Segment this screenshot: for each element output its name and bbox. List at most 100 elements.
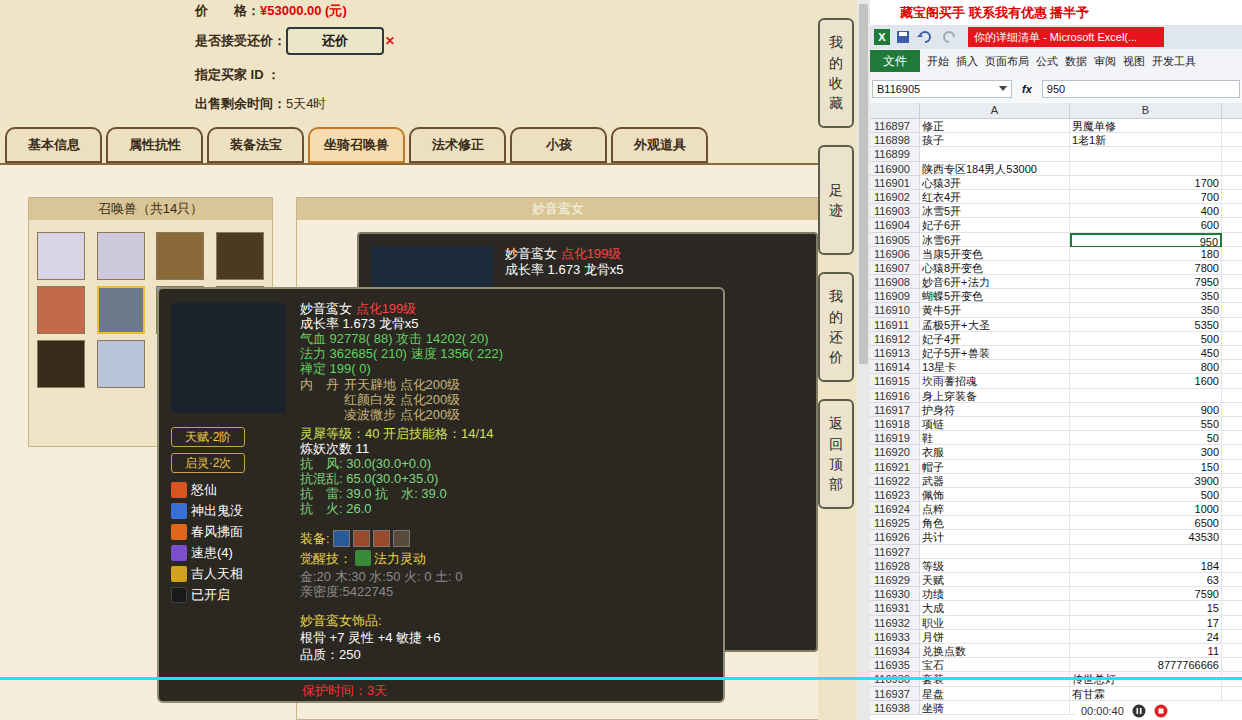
side-button[interactable]: 我的还价 — [818, 272, 854, 382]
row-number[interactable]: 116925 — [870, 516, 920, 530]
cell-a[interactable]: 鞋 — [920, 431, 1070, 445]
cell-a[interactable]: 蝴蝶5开变色 — [920, 289, 1070, 303]
cell-b[interactable]: 1700 — [1070, 176, 1222, 190]
cell-a[interactable]: 冰雪6开 — [920, 233, 1070, 247]
cell-b[interactable]: 17 — [1070, 616, 1222, 630]
row-number[interactable]: 116905 — [870, 233, 920, 247]
ribbon-tab[interactable]: 插入 — [956, 53, 978, 70]
cell-a[interactable]: 大成 — [920, 601, 1070, 615]
cell-a[interactable] — [920, 545, 1070, 559]
cell-b[interactable]: 8777766666 — [1070, 658, 1222, 672]
name-box[interactable]: B116905 — [872, 80, 1012, 98]
cell-b[interactable]: 700 — [1070, 190, 1222, 204]
cell-a[interactable]: 孟极5开+大圣 — [920, 318, 1070, 332]
cell-b[interactable]: 350 — [1070, 289, 1222, 303]
row-number[interactable]: 116904 — [870, 218, 920, 232]
row-number[interactable]: 116935 — [870, 658, 920, 672]
cell-b[interactable]: 1000 — [1070, 502, 1222, 516]
cell-a[interactable]: 项链 — [920, 417, 1070, 431]
ribbon-tab[interactable]: 页面布局 — [985, 53, 1029, 70]
cell-b[interactable]: 300 — [1070, 445, 1222, 459]
cell-a[interactable]: 黄牛5开 — [920, 303, 1070, 317]
cell-a[interactable]: 护身符 — [920, 403, 1070, 417]
cell-a[interactable]: 妃子4开 — [920, 332, 1070, 346]
cell-a[interactable]: 兑换点数 — [920, 644, 1070, 658]
cell-a[interactable]: 功绩 — [920, 587, 1070, 601]
row-number[interactable]: 116908 — [870, 275, 920, 289]
cell-b[interactable]: 3900 — [1070, 474, 1222, 488]
cell-a[interactable]: 衣服 — [920, 445, 1070, 459]
cell-b[interactable]: 184 — [1070, 559, 1222, 573]
cell-a[interactable] — [920, 147, 1070, 161]
pet-icon[interactable] — [37, 232, 85, 280]
pet-icon[interactable] — [97, 286, 145, 334]
row-number[interactable]: 116924 — [870, 502, 920, 516]
cell-a[interactable]: 宝石 — [920, 658, 1070, 672]
equip-icon[interactable] — [393, 530, 410, 547]
tab[interactable]: 基本信息 — [5, 127, 102, 163]
row-number[interactable]: 116921 — [870, 460, 920, 474]
cell-b[interactable]: 7800 — [1070, 261, 1222, 275]
cell-b[interactable]: 7950 — [1070, 275, 1222, 289]
cell-b[interactable]: 800 — [1070, 360, 1222, 374]
page-scrollbar[interactable] — [857, 0, 870, 720]
file-tab[interactable]: 文件 — [870, 50, 920, 72]
row-number[interactable]: 116927 — [870, 545, 920, 559]
cell-b[interactable]: 500 — [1070, 332, 1222, 346]
side-button[interactable]: 返回顶部 — [818, 399, 854, 509]
cell-b[interactable]: 1老1新 — [1070, 133, 1222, 147]
cell-b[interactable]: 15 — [1070, 601, 1222, 615]
cell-a[interactable]: 星盘 — [920, 687, 1070, 701]
ribbon-tab[interactable]: 数据 — [1065, 53, 1087, 70]
cell-a[interactable]: 职业 — [920, 616, 1070, 630]
cell-b[interactable]: 11 — [1070, 644, 1222, 658]
row-number[interactable]: 116919 — [870, 431, 920, 445]
cell-a[interactable]: 身上穿装备 — [920, 389, 1070, 403]
row-number[interactable]: 116938 — [870, 701, 920, 715]
cell-a[interactable]: 武器 — [920, 474, 1070, 488]
row-number[interactable]: 116910 — [870, 303, 920, 317]
cell-a[interactable]: 帽子 — [920, 460, 1070, 474]
cell-b[interactable]: 50 — [1070, 431, 1222, 445]
undo-icon[interactable] — [916, 30, 934, 44]
cell-b[interactable]: 63 — [1070, 573, 1222, 587]
row-number[interactable]: 116931 — [870, 601, 920, 615]
ribbon-tab[interactable]: 开始 — [927, 53, 949, 70]
cell-a[interactable]: 修正 — [920, 119, 1070, 133]
row-number[interactable]: 116911 — [870, 318, 920, 332]
cell-b[interactable] — [1070, 545, 1222, 559]
equip-icon[interactable] — [373, 530, 390, 547]
cell-a[interactable]: 妙音6开+法力 — [920, 275, 1070, 289]
cell-a[interactable]: 心猿3开 — [920, 176, 1070, 190]
formula-input[interactable]: 950 — [1042, 80, 1240, 98]
cell-b[interactable]: 男魔单修 — [1070, 119, 1222, 133]
tab[interactable]: 法术修正 — [409, 127, 506, 163]
row-number[interactable]: 116900 — [870, 162, 920, 176]
pet-icon[interactable] — [216, 232, 264, 280]
cell-a[interactable]: 陕西专区184男人53000 — [920, 162, 1070, 176]
cell-a[interactable]: 妃子5开+兽装 — [920, 346, 1070, 360]
skill-row[interactable]: 春风拂面 — [171, 521, 287, 542]
cell-b[interactable]: 450 — [1070, 346, 1222, 360]
cell-b[interactable]: 5350 — [1070, 318, 1222, 332]
tab[interactable]: 属性抗性 — [106, 127, 203, 163]
save-icon[interactable] — [896, 30, 910, 44]
cell-a[interactable]: 妃子6开 — [920, 218, 1070, 232]
skill-row[interactable]: 速患(4) — [171, 542, 287, 563]
tab[interactable]: 外观道具 — [611, 127, 708, 163]
row-number[interactable]: 116901 — [870, 176, 920, 190]
skill-row[interactable]: 怒仙 — [171, 479, 287, 500]
cell-a[interactable]: 天赋 — [920, 573, 1070, 587]
cell-b[interactable]: 150 — [1070, 460, 1222, 474]
side-button[interactable]: 我的收藏 — [818, 18, 854, 128]
cell-b[interactable]: 400 — [1070, 204, 1222, 218]
cell-b[interactable]: 500 — [1070, 488, 1222, 502]
row-number[interactable]: 116909 — [870, 289, 920, 303]
row-number[interactable]: 116917 — [870, 403, 920, 417]
row-number[interactable]: 116899 — [870, 147, 920, 161]
row-number[interactable]: 116933 — [870, 630, 920, 644]
row-number[interactable]: 116930 — [870, 587, 920, 601]
cell-a[interactable]: 红衣4开 — [920, 190, 1070, 204]
cell-a[interactable]: 共计 — [920, 530, 1070, 544]
row-number[interactable]: 116920 — [870, 445, 920, 459]
